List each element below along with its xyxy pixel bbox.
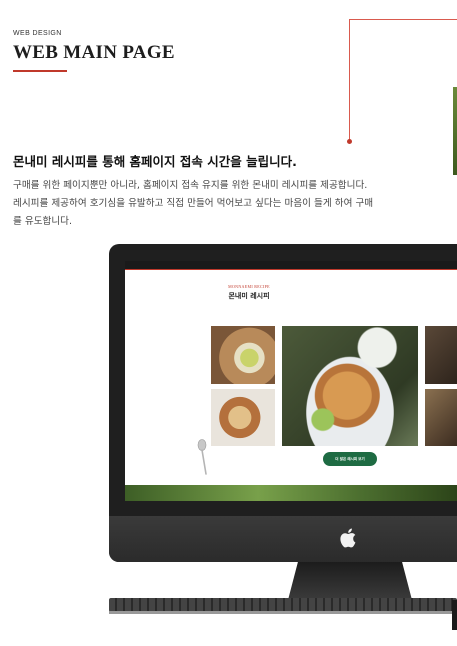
imac-stand <box>288 562 412 600</box>
more-recipes-button[interactable]: 더 많은 레시피 보기 <box>323 452 377 466</box>
web-design-label: WEB DESIGN <box>13 30 62 37</box>
screen-top-line <box>125 269 457 270</box>
recipe-image-sandwich-main[interactable] <box>282 326 418 446</box>
description-line: 구매를 위한 페이지뿐만 아니라, 홈페이지 접속 유지를 위한 몬내미 레시피… <box>13 180 368 191</box>
screen-bottom-banner <box>125 485 457 501</box>
decor-frame-dot <box>347 139 352 144</box>
description-line: 레시피를 제공하여 호기심을 유발하고 직접 만들어 먹어보고 싶다는 마음이 … <box>13 198 374 209</box>
recipe-image-partial-2[interactable] <box>425 389 457 446</box>
description-line: 를 유도합니다. <box>13 216 73 227</box>
intro-headline: 몬내미 레시피를 통해 홈페이지 접속 시간을 늘립니다. <box>13 154 297 169</box>
black-pole <box>452 600 457 630</box>
recipe-image-sandwich-plate[interactable] <box>211 389 275 446</box>
recipe-kicker: MONNAEMI RECIPE <box>228 284 270 289</box>
keyboard-edge <box>109 611 457 614</box>
screen-top-bar <box>125 261 457 269</box>
decor-frame-left <box>349 19 350 141</box>
apple-logo-icon <box>340 528 356 548</box>
imac-screen: MONNAEMI RECIPE 몬내미 레시피 더 많은 레시피 보기 <box>125 261 457 501</box>
recipe-section-title: 몬내미 레시피 <box>228 292 270 300</box>
keyboard <box>109 598 457 612</box>
imac-chin <box>109 516 457 562</box>
side-image-sliver <box>453 87 457 175</box>
decor-frame-top <box>349 19 457 20</box>
spoon-icon <box>197 439 207 475</box>
page-title: WEB MAIN PAGE <box>13 42 175 63</box>
recipe-image-salad[interactable] <box>211 326 275 384</box>
title-underline <box>13 70 67 72</box>
recipe-image-partial-1[interactable] <box>425 326 457 384</box>
intro-description: 구매를 위한 페이지뿐만 아니라, 홈페이지 접속 유지를 위한 몬내미 레시피… <box>13 177 433 231</box>
